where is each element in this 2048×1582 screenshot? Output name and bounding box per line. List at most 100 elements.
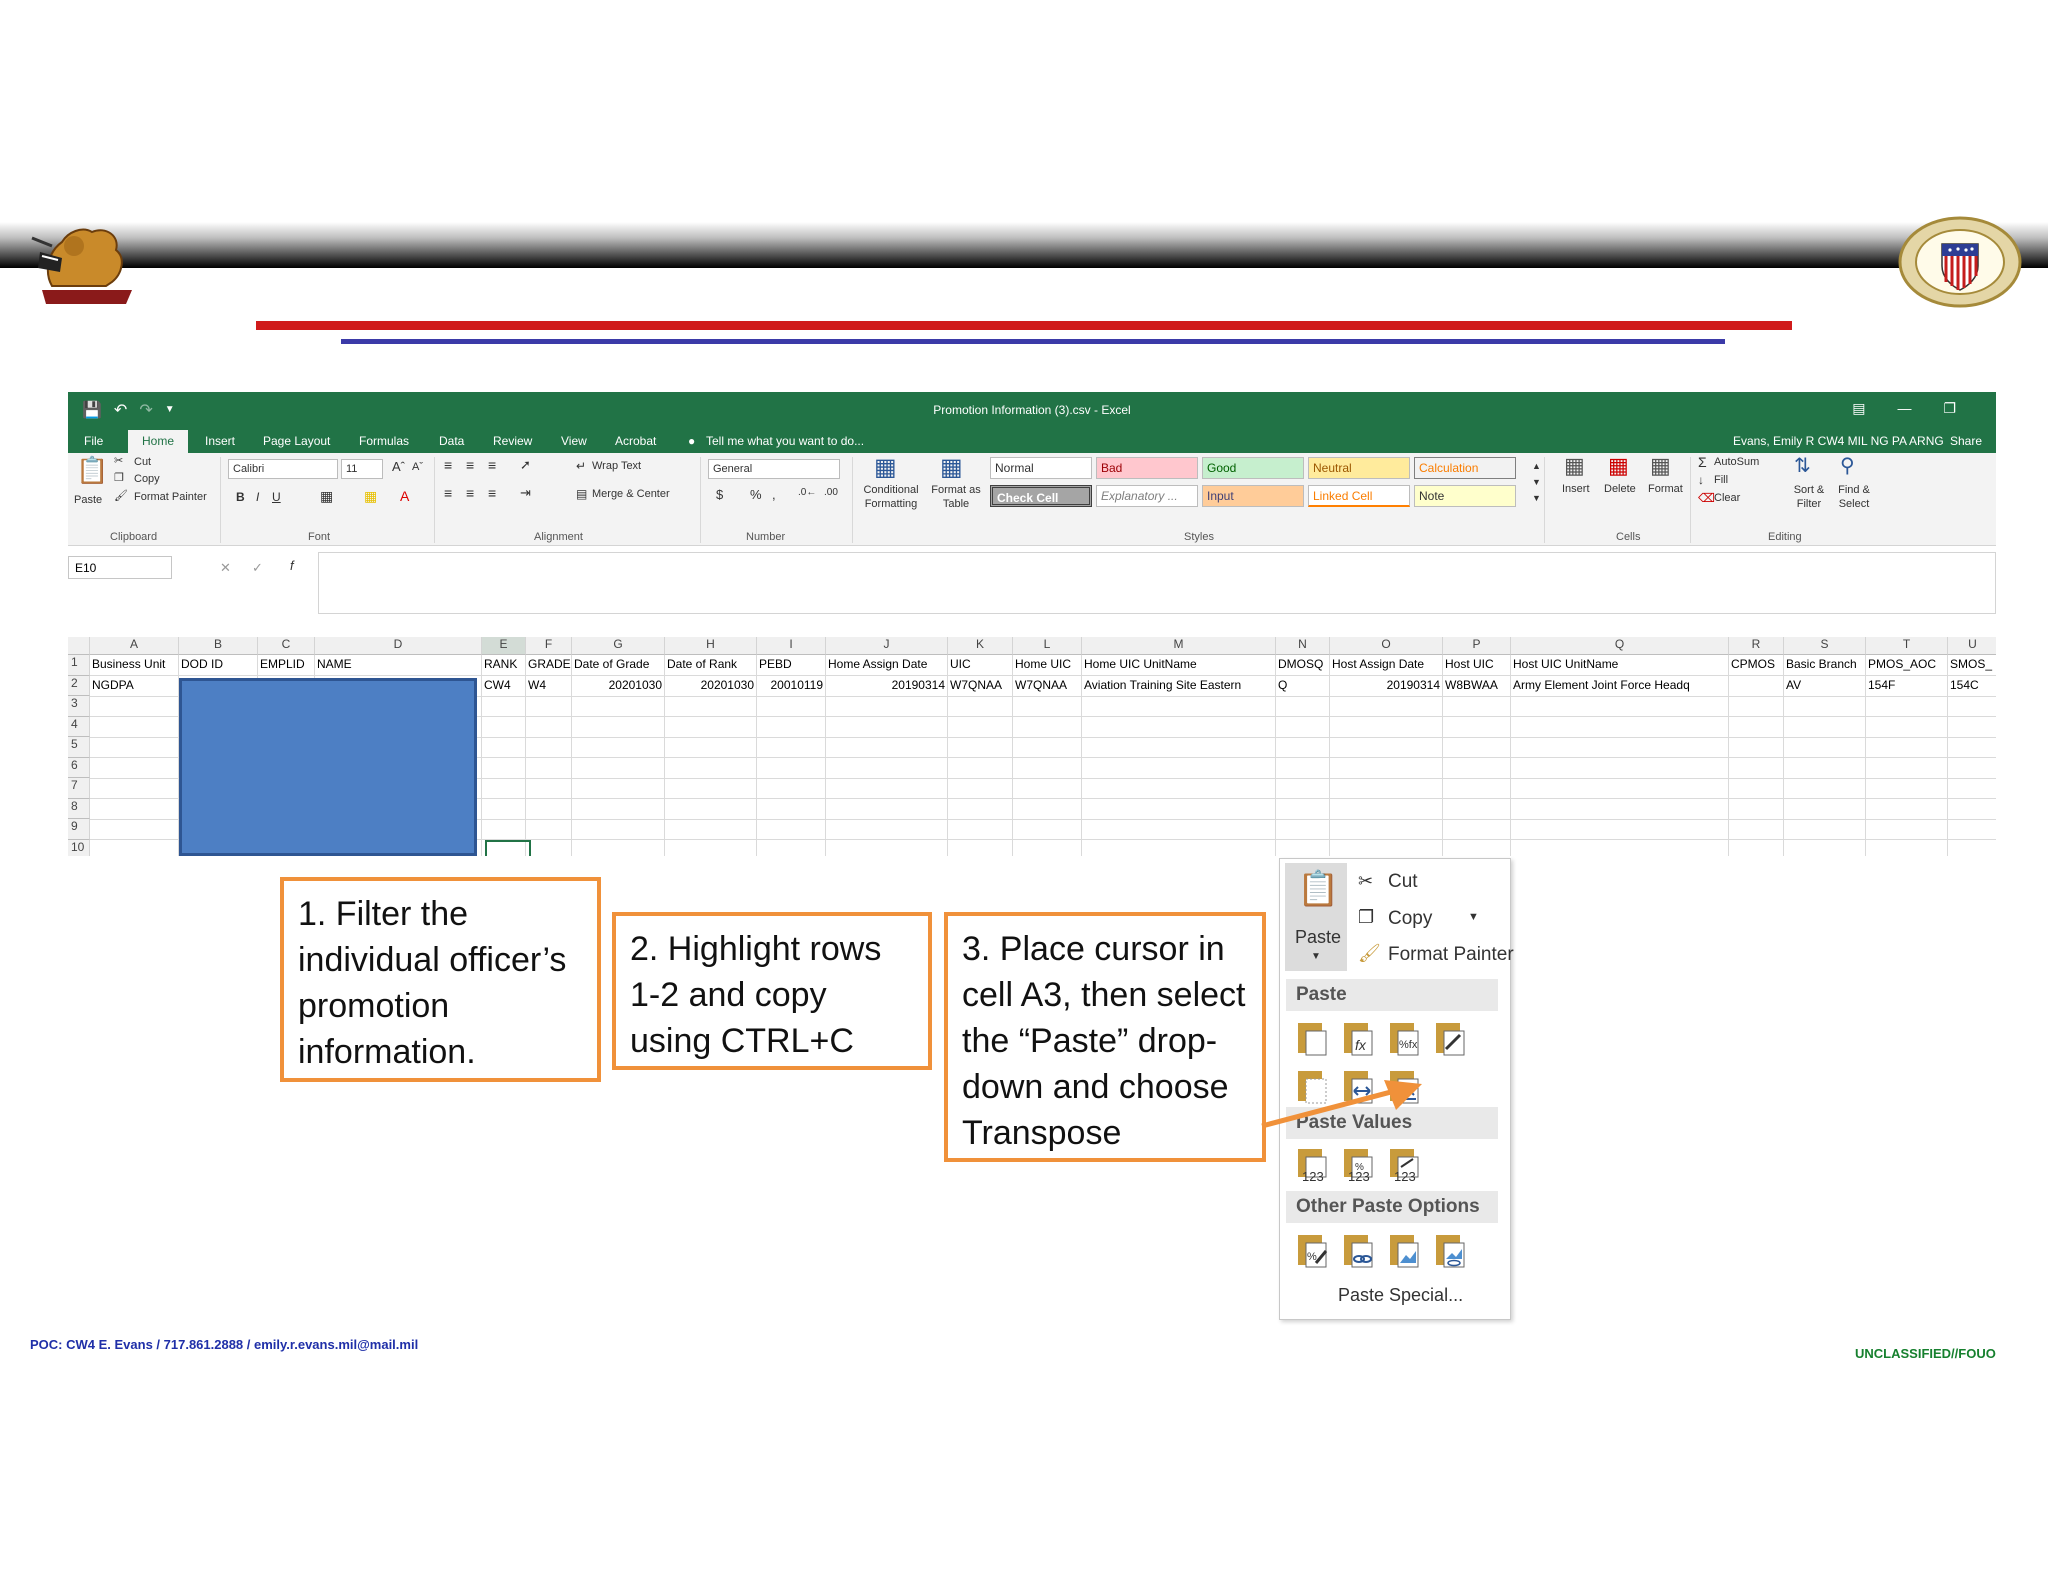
paste-special-item[interactable]: Paste Special... xyxy=(1338,1285,1463,1306)
cell-k1[interactable]: UIC xyxy=(948,655,1013,676)
cell-u8[interactable] xyxy=(1948,799,1996,820)
cell-s3[interactable] xyxy=(1784,696,1866,717)
paste-link-icon[interactable] xyxy=(1340,1229,1378,1269)
menu-format-painter[interactable]: Format Painter xyxy=(1388,944,1514,966)
underline-icon[interactable]: U xyxy=(272,490,281,504)
cell-b1[interactable]: DOD ID xyxy=(179,655,258,676)
cell-n8[interactable] xyxy=(1276,798,1330,820)
cell-a2[interactable]: NGDPA xyxy=(90,675,179,697)
paste-clipboard-icon[interactable]: 📋 xyxy=(76,455,108,486)
cell-r2[interactable] xyxy=(1729,675,1784,697)
cell-j6[interactable] xyxy=(826,757,948,779)
cell-u2[interactable]: 154C xyxy=(1948,676,1996,697)
sort-filter-icon[interactable]: ⇅ xyxy=(1794,453,1811,478)
find-select-button[interactable]: Find & Select xyxy=(1832,483,1876,511)
cell-s10[interactable] xyxy=(1784,839,1866,856)
copy-icon[interactable]: ❐ xyxy=(114,471,124,484)
cell-a7[interactable] xyxy=(90,778,179,799)
cell-r10[interactable] xyxy=(1729,839,1784,856)
cell-j7[interactable] xyxy=(826,778,948,799)
column-header-m[interactable]: M xyxy=(1082,637,1276,655)
cell-m8[interactable] xyxy=(1082,798,1276,820)
merge-icon[interactable]: ▤ xyxy=(576,487,587,501)
cell-s2[interactable]: AV xyxy=(1784,675,1866,697)
cell-g6[interactable] xyxy=(572,757,665,779)
autosum-icon[interactable]: Σ xyxy=(1698,454,1707,470)
cell-f7[interactable] xyxy=(526,778,572,799)
cell-t8[interactable] xyxy=(1866,798,1948,820)
cell-j9[interactable] xyxy=(826,819,948,840)
borders-icon[interactable]: ▦ xyxy=(320,488,333,505)
row-header-6[interactable]: 6 xyxy=(68,757,90,778)
minimize-icon[interactable]: — xyxy=(1897,400,1911,417)
row-header-9[interactable]: 9 xyxy=(68,819,90,840)
format-cells-icon[interactable]: ▦ xyxy=(1650,453,1671,479)
cell-r1[interactable]: CPMOS xyxy=(1729,655,1784,676)
cell-e3[interactable] xyxy=(482,696,526,717)
cell-t4[interactable] xyxy=(1866,716,1948,738)
tell-me-search[interactable]: Tell me what you want to do... xyxy=(706,434,864,448)
conditional-formatting-button[interactable]: Conditional Formatting xyxy=(856,483,926,511)
cell-i6[interactable] xyxy=(757,757,826,779)
merge-center-button[interactable]: Merge & Center xyxy=(592,488,670,500)
cell-j3[interactable] xyxy=(826,696,948,717)
cell-n10[interactable] xyxy=(1276,839,1330,856)
cell-e7[interactable] xyxy=(482,778,526,799)
column-header-b[interactable]: B xyxy=(179,637,258,655)
cell-m5[interactable] xyxy=(1082,737,1276,758)
cell-h1[interactable]: Date of Rank xyxy=(665,655,757,676)
cell-h8[interactable] xyxy=(665,798,757,820)
cell-i3[interactable] xyxy=(757,696,826,717)
cell-e4[interactable] xyxy=(482,716,526,738)
cell-n2[interactable]: Q xyxy=(1276,675,1330,697)
autosum-button[interactable]: AutoSum xyxy=(1714,456,1759,468)
cell-a8[interactable] xyxy=(90,798,179,820)
column-header-i[interactable]: I xyxy=(757,637,826,655)
insert-function-icon[interactable]: f xyxy=(290,558,294,573)
cell-q1[interactable]: Host UIC UnitName xyxy=(1511,655,1729,676)
cell-m1[interactable]: Home UIC UnitName xyxy=(1082,655,1276,676)
styles-scroll-up-icon[interactable]: ▲ xyxy=(1532,461,1541,471)
cell-s5[interactable] xyxy=(1784,737,1866,758)
cell-a6[interactable] xyxy=(90,757,179,779)
comma-icon[interactable]: , xyxy=(772,487,776,502)
cell-s7[interactable] xyxy=(1784,778,1866,799)
cell-c1[interactable]: EMPLID xyxy=(258,655,315,676)
tab-page-layout[interactable]: Page Layout xyxy=(263,434,330,448)
cancel-formula-icon[interactable]: ✕ xyxy=(220,560,231,576)
cell-g10[interactable] xyxy=(572,839,665,856)
cell-i1[interactable]: PEBD xyxy=(757,655,826,676)
cell-i7[interactable] xyxy=(757,778,826,799)
cell-a1[interactable]: Business Unit xyxy=(90,655,179,676)
formula-bar[interactable] xyxy=(318,552,1996,614)
column-header-l[interactable]: L xyxy=(1013,637,1082,655)
cell-p2[interactable]: W8BWAA xyxy=(1443,675,1511,697)
column-header-t[interactable]: T xyxy=(1866,637,1948,655)
column-header-s[interactable]: S xyxy=(1784,637,1866,655)
tab-view[interactable]: View xyxy=(561,434,587,448)
cell-s4[interactable] xyxy=(1784,716,1866,738)
cell-q7[interactable] xyxy=(1511,778,1729,799)
cell-h5[interactable] xyxy=(665,737,757,758)
cell-e9[interactable] xyxy=(482,819,526,840)
cell-l10[interactable] xyxy=(1013,839,1082,856)
decrease-decimal-icon[interactable]: .00 xyxy=(824,487,838,498)
cell-q5[interactable] xyxy=(1511,737,1729,758)
cell-n4[interactable] xyxy=(1276,716,1330,738)
cell-f10[interactable] xyxy=(526,839,572,856)
cell-i8[interactable] xyxy=(757,798,826,820)
cell-p6[interactable] xyxy=(1443,757,1511,779)
cell-p1[interactable]: Host UIC xyxy=(1443,655,1511,676)
cell-k3[interactable] xyxy=(948,696,1013,717)
cell-n9[interactable] xyxy=(1276,819,1330,840)
cell-j8[interactable] xyxy=(826,798,948,820)
paste-values-number-formatting-icon[interactable]: % 123 xyxy=(1340,1145,1378,1185)
middle-align-icon[interactable]: ≡ xyxy=(466,457,474,473)
column-header-k[interactable]: K xyxy=(948,637,1013,655)
menu-copy[interactable]: Copy xyxy=(1388,908,1432,930)
align-center-icon[interactable]: ≡ xyxy=(466,485,474,501)
style-good[interactable]: Good xyxy=(1202,457,1304,479)
align-right-icon[interactable]: ≡ xyxy=(488,485,496,501)
orientation-icon[interactable]: ➚ xyxy=(520,457,531,473)
font-color-icon[interactable]: A xyxy=(400,488,409,504)
